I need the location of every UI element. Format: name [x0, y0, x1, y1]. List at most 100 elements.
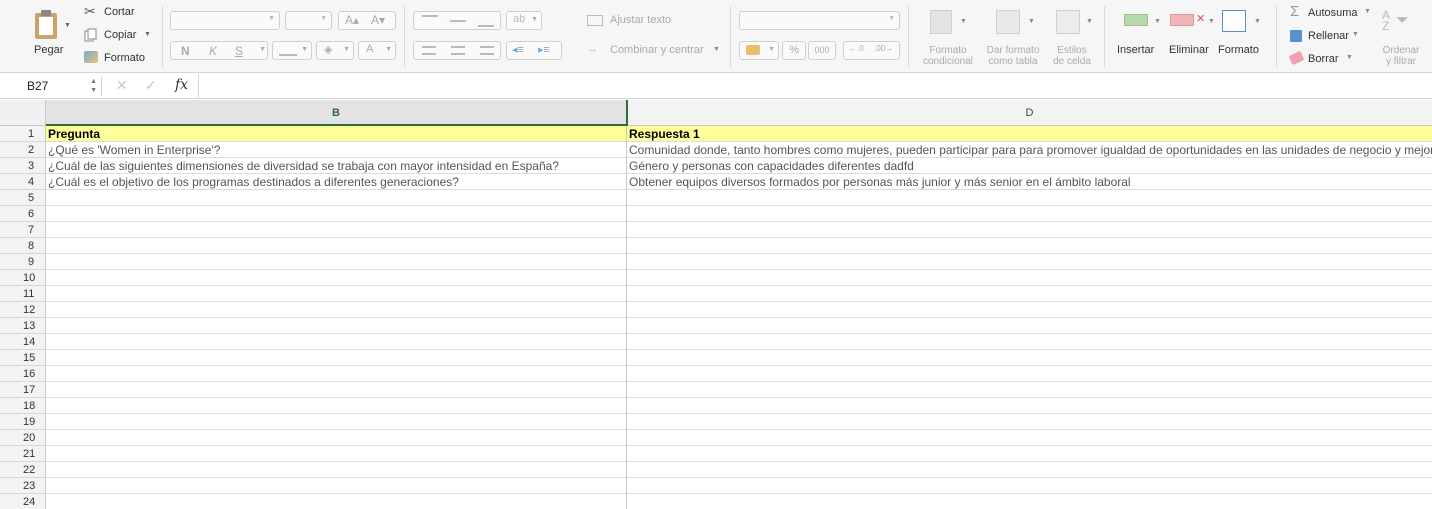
row-header[interactable]: 21 — [0, 446, 46, 462]
decrease-font-icon[interactable]: A▾ — [371, 13, 385, 27]
cell-b[interactable] — [46, 350, 627, 366]
formula-input[interactable] — [198, 74, 1432, 98]
cell-d[interactable] — [627, 222, 1432, 238]
cell-d[interactable] — [627, 398, 1432, 414]
cell-b[interactable] — [46, 446, 627, 462]
autosum-button[interactable]: Σ Autosuma ▼ — [1288, 3, 1373, 21]
row-header[interactable]: 12 — [0, 302, 46, 318]
cell-d[interactable] — [627, 206, 1432, 222]
row-header[interactable]: 19 — [0, 414, 46, 430]
cell-b[interactable] — [46, 334, 627, 350]
cell-d[interactable] — [627, 430, 1432, 446]
cell-d[interactable] — [627, 350, 1432, 366]
decrease-decimal-icon[interactable]: .00→ — [874, 44, 893, 53]
row-header[interactable]: 14 — [0, 334, 46, 350]
percent-button[interactable]: % — [782, 41, 806, 60]
align-bottom-icon[interactable] — [478, 25, 494, 27]
row-header[interactable]: 10 — [0, 270, 46, 286]
row-header[interactable]: 1 — [0, 126, 46, 142]
align-center-icon[interactable] — [451, 46, 465, 55]
cell-d[interactable] — [627, 286, 1432, 302]
cell-b[interactable] — [46, 206, 627, 222]
cell-b[interactable] — [46, 238, 627, 254]
cell-b[interactable] — [46, 382, 627, 398]
cell-d[interactable] — [627, 238, 1432, 254]
indent-buttons[interactable]: ◂≡ ▸≡ — [506, 41, 562, 60]
orientation-button[interactable]: ab ▼ — [506, 11, 542, 30]
cell-b[interactable]: ¿Cuál de las siguientes dimensiones de d… — [46, 158, 627, 174]
sort-filter-button[interactable]: AZ ⏷ Ordenar y filtrar — [1378, 8, 1432, 70]
row-header[interactable]: 11 — [0, 286, 46, 302]
underline-button[interactable]: S — [235, 44, 243, 58]
confirm-icon[interactable]: ✓ — [145, 77, 157, 94]
wrap-text-button[interactable]: Ajustar texto — [585, 13, 695, 29]
cell-d[interactable] — [627, 494, 1432, 509]
italic-button[interactable]: K — [209, 44, 217, 58]
cell-d[interactable] — [627, 190, 1432, 206]
stepper-icon[interactable]: ▲ ▼ — [90, 77, 97, 95]
row-header[interactable]: 20 — [0, 430, 46, 446]
thousands-button[interactable]: 000 — [808, 41, 836, 60]
row-header[interactable]: 23 — [0, 478, 46, 494]
copy-dropdown-icon[interactable]: ▼ — [144, 31, 151, 38]
cell-d[interactable] — [627, 302, 1432, 318]
select-all-corner[interactable] — [0, 100, 46, 126]
cell-styles-button[interactable]: ▼ Estilos de celda — [1046, 8, 1098, 70]
cell-b[interactable]: Pregunta — [46, 126, 627, 142]
format-painter-button[interactable]: Formato — [82, 51, 152, 67]
font-size-buttons[interactable]: A▴ A▾ — [338, 11, 396, 30]
cell-b[interactable]: ¿Qué es 'Women in Enterprise'? — [46, 142, 627, 158]
conditional-format-button[interactable]: ▼ Formato condicional — [918, 8, 978, 70]
cell-b[interactable] — [46, 478, 627, 494]
cell-b[interactable] — [46, 270, 627, 286]
row-header[interactable]: 2 — [0, 142, 46, 158]
increase-decimal-icon[interactable]: ←.0 — [849, 44, 864, 53]
clear-button[interactable]: Borrar ▼ — [1288, 50, 1358, 67]
cell-d[interactable] — [627, 478, 1432, 494]
merge-center-button[interactable]: ↔ Combinar y centrar ▼ — [585, 43, 725, 59]
cell-d[interactable] — [627, 270, 1432, 286]
cell-b[interactable] — [46, 254, 627, 270]
cell-d[interactable] — [627, 382, 1432, 398]
align-left-icon[interactable] — [422, 46, 436, 55]
row-header[interactable]: 17 — [0, 382, 46, 398]
cell-d[interactable] — [627, 254, 1432, 270]
cell-d[interactable] — [627, 462, 1432, 478]
font-color-button[interactable]: A ▼ — [358, 41, 396, 60]
format-as-table-button[interactable]: ▼ Dar formato como tabla — [982, 8, 1044, 70]
name-box[interactable]: B27 ▲ ▼ — [20, 77, 102, 96]
align-top-icon[interactable] — [422, 15, 438, 17]
align-middle-icon[interactable] — [450, 20, 466, 22]
cell-d[interactable]: Género y personas con capacidades difere… — [627, 158, 1432, 174]
cell-b[interactable] — [46, 222, 627, 238]
fill-button[interactable]: Rellenar ▼ — [1288, 28, 1368, 44]
cell-b[interactable] — [46, 286, 627, 302]
cell-d[interactable]: Respuesta 1 — [627, 126, 1432, 142]
cell-b[interactable] — [46, 190, 627, 206]
fill-color-button[interactable]: ◈ ▼ — [316, 41, 354, 60]
row-header[interactable]: 13 — [0, 318, 46, 334]
row-header[interactable]: 4 — [0, 174, 46, 190]
cell-d[interactable]: Comunidad donde, tanto hombres como muje… — [627, 142, 1432, 158]
function-icon[interactable]: fx — [175, 77, 188, 93]
number-format-select[interactable]: ▼ — [739, 11, 900, 30]
font-name-select[interactable]: ▼ — [170, 11, 280, 30]
row-header[interactable]: 3 — [0, 158, 46, 174]
column-header-b[interactable]: B — [46, 100, 627, 126]
cell-b[interactable] — [46, 318, 627, 334]
row-header[interactable]: 5 — [0, 190, 46, 206]
row-header[interactable]: 24 — [0, 494, 46, 509]
bold-button[interactable]: N — [181, 44, 190, 58]
align-right-icon[interactable] — [480, 46, 494, 55]
row-header[interactable]: 6 — [0, 206, 46, 222]
cell-b[interactable]: ¿Cuál es el objetivo de los programas de… — [46, 174, 627, 190]
decimal-buttons[interactable]: ←.0 .00→ — [843, 41, 900, 60]
cell-b[interactable] — [46, 366, 627, 382]
row-header[interactable]: 9 — [0, 254, 46, 270]
cut-button[interactable]: ✂ Cortar — [82, 3, 152, 21]
cell-d[interactable] — [627, 414, 1432, 430]
insert-button[interactable]: ▼ Insertar — [1112, 8, 1162, 64]
paste-button[interactable]: ▼ Pegar — [26, 6, 72, 66]
cell-b[interactable] — [46, 414, 627, 430]
cancel-icon[interactable]: ✕ — [116, 77, 128, 94]
